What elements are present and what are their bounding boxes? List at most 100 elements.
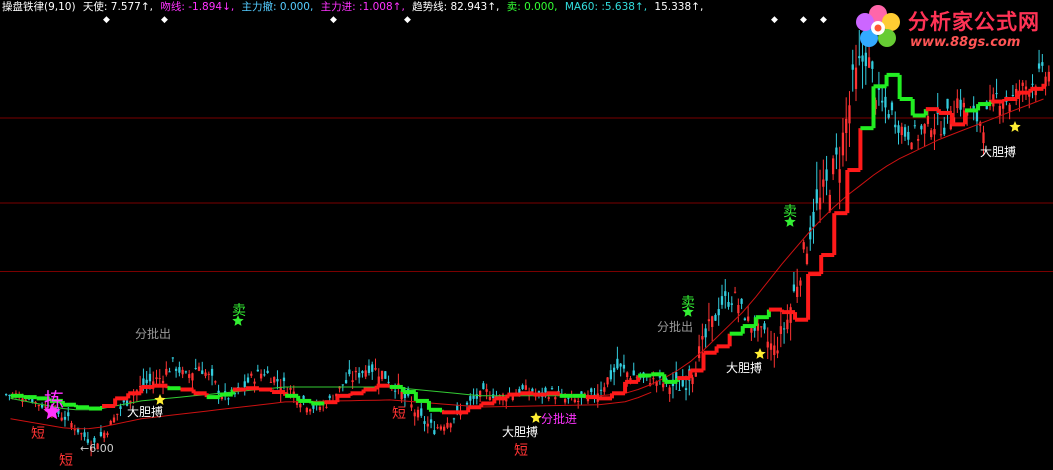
candle-body (446, 422, 449, 428)
indicator-angel: 天使: 7.577↑, (82, 1, 153, 13)
candle-body (733, 291, 737, 293)
candle-body (1021, 82, 1024, 86)
candle-body (325, 406, 328, 408)
indicator-kiss: 吻线: -1.894↓, (160, 1, 235, 13)
candle-body (80, 433, 83, 435)
candle-body (707, 319, 711, 322)
candle-body (194, 367, 197, 369)
candle-body (122, 400, 125, 403)
candle-body (423, 421, 426, 424)
candle-body (158, 378, 161, 380)
candle-body (609, 370, 612, 380)
candle-body (387, 381, 390, 383)
candle-body (894, 124, 897, 128)
candle-body (890, 102, 894, 111)
header-marker-icon: ◆ (330, 15, 337, 25)
annotation-duan-4: 短 (514, 443, 528, 459)
candle-body (263, 374, 266, 376)
candle-body (694, 372, 697, 377)
ma60-line-red (598, 98, 1044, 397)
annotation-mai-3: 卖 (783, 204, 797, 220)
candle-body (348, 369, 351, 375)
candle-body (975, 110, 979, 122)
candle-body (789, 307, 792, 323)
candle-body (83, 432, 86, 437)
annotation-fpj: 分批进 (541, 412, 578, 426)
candle-body (684, 388, 688, 391)
candle-body (174, 368, 178, 371)
candle-body (145, 379, 148, 384)
candle-body (632, 370, 635, 376)
candle-body (197, 366, 201, 371)
candle-body (1001, 103, 1005, 109)
candle-body (1047, 71, 1050, 82)
candle-body (1011, 94, 1015, 96)
candle-body (439, 426, 443, 430)
annotation-mai-2: 卖 (681, 295, 695, 311)
candle-body (308, 409, 312, 412)
header-markers: ◆ ◆ ◆ ◆ ◆ ◆ ◆ (103, 15, 827, 25)
candle-body (838, 169, 841, 183)
candle-body (697, 346, 701, 359)
candle-body (403, 393, 407, 398)
candle-body (573, 399, 577, 403)
indicator-main-in: 主力进: :1.008↑, (320, 1, 405, 13)
indicator-main-out: 主力撤: 0.000, (241, 1, 314, 13)
candle-body (472, 395, 475, 399)
candle-body (178, 367, 181, 373)
candle-body (550, 388, 554, 390)
candle-body (939, 134, 943, 136)
candle-body (371, 364, 374, 372)
candle-body (165, 368, 168, 375)
candle-body (782, 328, 786, 330)
candle-body (207, 373, 210, 375)
candle-body (714, 314, 717, 321)
candle-body (269, 381, 273, 383)
candle-body (73, 429, 76, 431)
candle-body (910, 142, 913, 150)
candle-body (717, 309, 720, 316)
candle-body (760, 326, 763, 328)
candle-body (184, 371, 188, 373)
candle-body (139, 385, 142, 387)
candle-body (812, 211, 815, 227)
candle-body (867, 57, 871, 68)
signal-star-icon (1009, 121, 1021, 132)
candle-body (769, 343, 773, 350)
candle-body (956, 98, 959, 109)
indicator-trend: 趋势线: 82.943↑, (412, 1, 500, 13)
candle-body (590, 388, 593, 392)
candle-body (31, 398, 34, 403)
candle-body (622, 364, 626, 369)
candle-body (344, 380, 348, 384)
logo-url: www.88gs.com (910, 35, 1021, 50)
candle-body (449, 423, 452, 428)
candle-body (191, 373, 194, 381)
candle-body (926, 116, 930, 124)
candle-body (887, 114, 890, 118)
candle-body (168, 371, 171, 373)
candle-body (220, 396, 224, 400)
annotation-dadan-2: 大胆搏 (502, 425, 539, 439)
indicator-sell: 卖: 0.000, (506, 1, 558, 13)
candle-body (567, 397, 570, 399)
candle-body (858, 56, 861, 59)
candle-body (161, 380, 165, 384)
candle-body (361, 371, 364, 374)
candle-body (171, 357, 174, 359)
candle-body (393, 390, 397, 392)
candle-body (67, 412, 70, 417)
candle-body (841, 132, 845, 156)
candle-body (691, 377, 694, 385)
candle-body (995, 93, 998, 95)
candle-body (704, 328, 707, 338)
annotation-jian: 拣 (44, 388, 64, 412)
candle-body (871, 61, 874, 69)
trend-line (10, 72, 1046, 415)
annotation-fpc-2: 分批出 (657, 320, 694, 334)
candle-body (341, 384, 344, 386)
candle-body (933, 129, 936, 135)
annotation-dadan-3: 大胆搏 (726, 361, 763, 375)
candle-body (99, 432, 103, 437)
candle-body (400, 391, 403, 400)
